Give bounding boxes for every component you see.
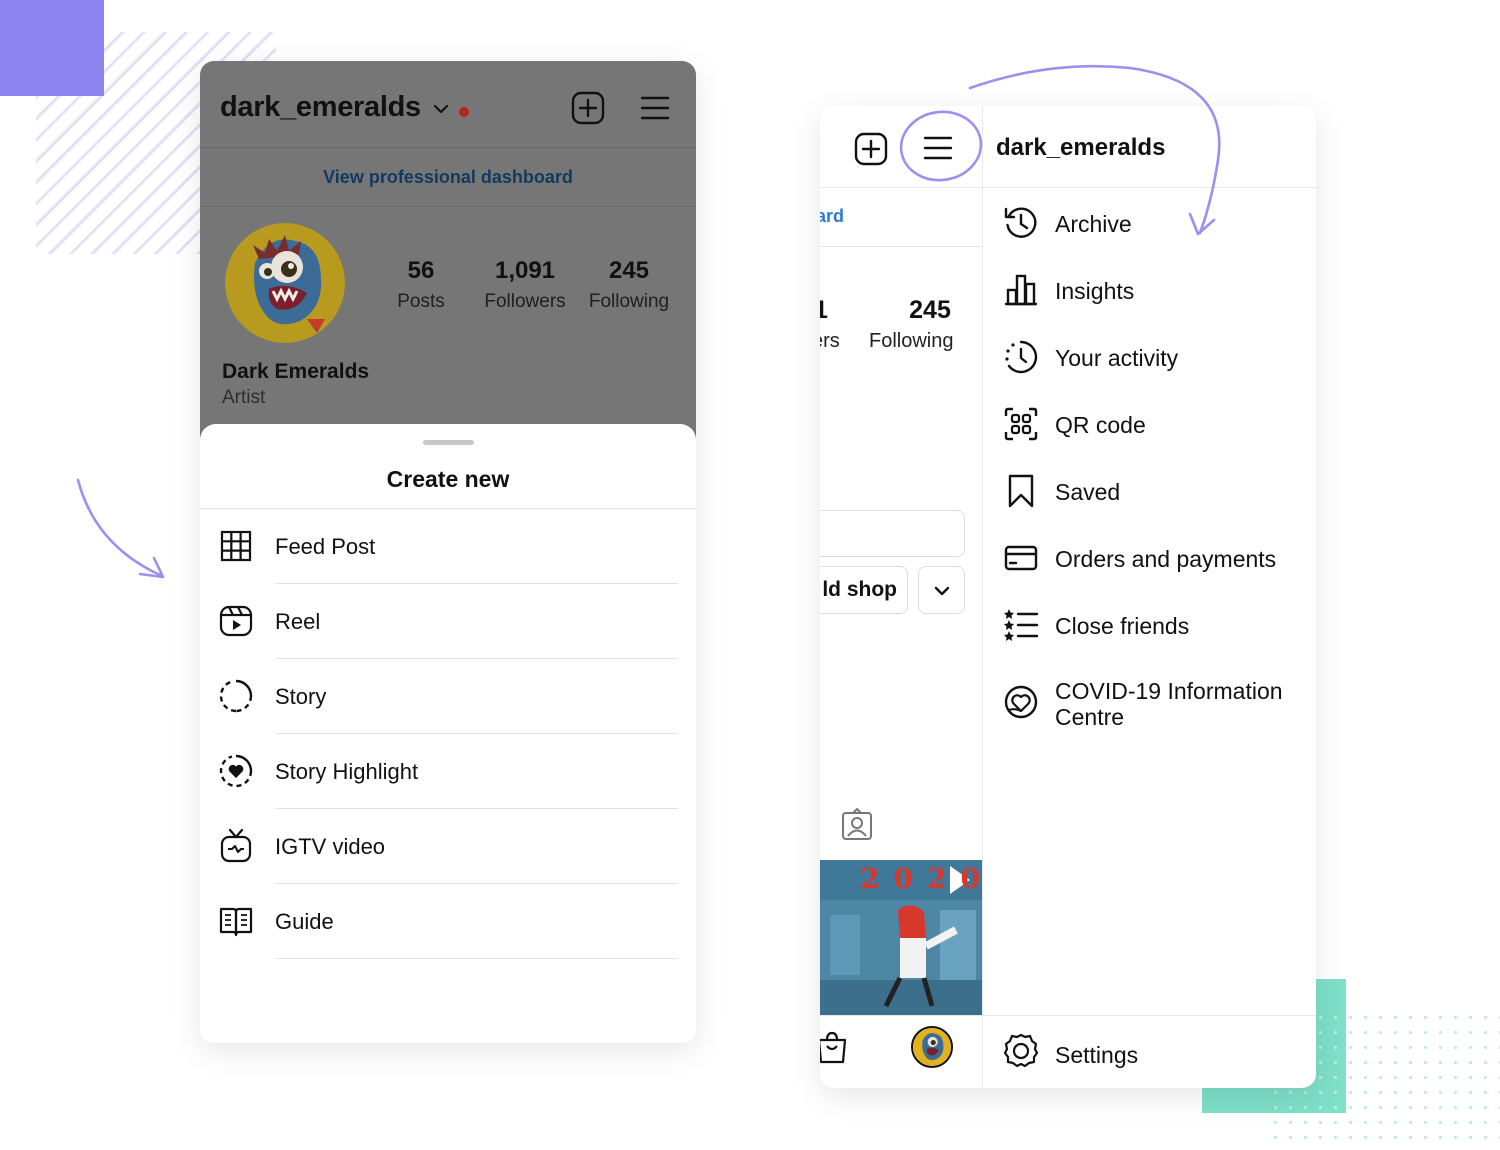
create-story-item[interactable]: Story: [200, 659, 696, 734]
right-phone-screen: ard 1 ers 245 Following ld shop: [820, 106, 1316, 1088]
insights-icon: [1004, 274, 1038, 306]
stat-following-value: 245: [909, 296, 951, 324]
menu-item-archive[interactable]: Archive: [983, 192, 1316, 252]
menu-item-settings[interactable]: Settings: [983, 1016, 1316, 1088]
create-item-label: Guide: [275, 909, 334, 934]
stat-posts-value: 56: [407, 257, 435, 284]
professional-dashboard-link[interactable]: View professional dashboard: [200, 148, 696, 207]
edit-profile-button-partial[interactable]: [820, 510, 965, 557]
igtv-icon: [220, 828, 252, 863]
stat-following[interactable]: 245 Following: [574, 257, 684, 313]
hamburger-menu-icon[interactable]: [639, 92, 671, 124]
drawer-header-divider: [983, 187, 1316, 188]
close-friends-icon: [1004, 609, 1039, 641]
create-story-highlight-item[interactable]: Story Highlight: [200, 734, 696, 809]
menu-item-label: Orders and payments: [1055, 546, 1277, 572]
stat-following-label: Following: [588, 291, 670, 312]
bookmark-icon: [1008, 474, 1034, 508]
notification-dot: [459, 107, 469, 117]
profile-tab-avatar[interactable]: [911, 1026, 953, 1068]
profile-behind-drawer: ard 1 ers 245 Following ld shop: [820, 106, 983, 1088]
monster-avatar-image: [225, 223, 345, 343]
profile-display-name: Dark Emeralds: [222, 360, 370, 383]
dashboard-divider: [820, 246, 983, 247]
menu-item-saved[interactable]: Saved: [983, 460, 1316, 520]
left-annotation-arrow: [76, 478, 162, 577]
create-item-label: Reel: [275, 609, 321, 634]
menu-item-orders-and-payments[interactable]: Orders and payments: [983, 527, 1316, 587]
professional-dashboard-link-partial[interactable]: ard: [820, 206, 844, 227]
left-annotation-arrowhead: [138, 556, 165, 579]
header-divider: [820, 187, 983, 188]
settings-label: Settings: [1055, 1042, 1139, 1068]
monster-avatar-image: [913, 1028, 951, 1066]
create-feed-post-item[interactable]: Feed Post: [200, 509, 696, 584]
video-caption: 2020: [860, 862, 982, 895]
sheet-title: Create new: [386, 466, 510, 492]
menu-item-insights[interactable]: Insights: [983, 259, 1316, 319]
stat-posts[interactable]: 56 Posts: [366, 257, 476, 313]
story-highlight-icon: [219, 754, 253, 788]
create-new-sheet: Create new Feed Post Reel Story Story Hi…: [200, 424, 696, 1043]
profile-avatar[interactable]: [225, 223, 345, 343]
dimmed-profile-background: dark_emeralds View professional dashboar…: [200, 61, 696, 451]
reel-icon: [219, 605, 253, 637]
archive-icon: [1004, 207, 1037, 238]
story-icon: [219, 679, 253, 713]
bottom-nav-divider: [820, 1015, 1316, 1016]
decorative-purple-square: [0, 0, 104, 96]
grid-icon: [220, 530, 252, 562]
menu-item-label: Your activity: [1055, 345, 1179, 371]
menu-item-label: Archive: [1055, 211, 1132, 237]
menu-item-your-activity[interactable]: Your activity: [983, 326, 1316, 386]
stat-following-value: 245: [608, 257, 650, 284]
menu-item-label: COVID-19 Information Centre: [1055, 678, 1283, 730]
hamburger-menu-icon[interactable]: [922, 132, 954, 164]
qr-code-icon: [1004, 407, 1038, 441]
menu-item-label: QR code: [1055, 412, 1146, 438]
guide-icon: [219, 907, 253, 937]
activity-icon: [1005, 340, 1038, 374]
profile-header: dark_emeralds: [200, 61, 696, 148]
shopping-bag-icon[interactable]: [820, 1030, 848, 1064]
menu-item-qr-code[interactable]: QR code: [983, 393, 1316, 453]
menu-item-covid-info[interactable]: COVID-19 Information Centre: [983, 676, 1316, 746]
menu-item-close-friends[interactable]: Close friends: [983, 594, 1316, 654]
tagged-posts-icon[interactable]: [840, 808, 874, 842]
create-item-label: IGTV video: [275, 834, 386, 859]
covid-info-icon: [1004, 685, 1038, 719]
create-igtv-item[interactable]: IGTV video: [200, 809, 696, 884]
chevron-down-icon: [934, 586, 950, 596]
profile-category: Artist: [222, 387, 266, 408]
create-item-label: Feed Post: [275, 534, 376, 559]
create-new-icon[interactable]: [571, 91, 605, 125]
stat-followers-label-partial: ers: [820, 330, 840, 352]
add-shop-button-partial[interactable]: ld shop: [820, 566, 908, 614]
menu-item-label: Insights: [1055, 278, 1135, 304]
stat-posts-label: Posts: [397, 291, 445, 312]
gear-icon: [1003, 1033, 1039, 1068]
video-post-thumbnail[interactable]: 2020: [820, 860, 982, 1015]
stat-followers-value-partial: 1: [820, 296, 828, 324]
item-divider: [275, 958, 678, 959]
chevron-down-icon[interactable]: [431, 99, 451, 119]
drawer-username: dark_emeralds: [996, 134, 1166, 161]
stat-followers-value: 1,091: [494, 257, 556, 284]
create-item-label: Story: [275, 684, 327, 709]
stat-following-label: Following: [869, 330, 954, 352]
menu-item-label: Close friends: [1055, 613, 1190, 639]
sheet-drag-handle[interactable]: [423, 440, 474, 445]
create-reel-item[interactable]: Reel: [200, 584, 696, 659]
create-new-icon[interactable]: [854, 132, 888, 166]
stat-followers[interactable]: 1,091 Followers: [470, 257, 580, 313]
menu-item-label: Saved: [1055, 479, 1121, 505]
suggestions-dropdown-button[interactable]: [918, 566, 965, 614]
card-icon: [1004, 545, 1038, 571]
create-guide-item[interactable]: Guide: [200, 884, 696, 959]
create-item-label: Story Highlight: [275, 759, 419, 784]
stat-followers-label: Followers: [484, 291, 566, 312]
profile-username[interactable]: dark_emeralds: [220, 91, 421, 124]
left-phone-screen: dark_emeralds View professional dashboar…: [200, 61, 696, 1043]
